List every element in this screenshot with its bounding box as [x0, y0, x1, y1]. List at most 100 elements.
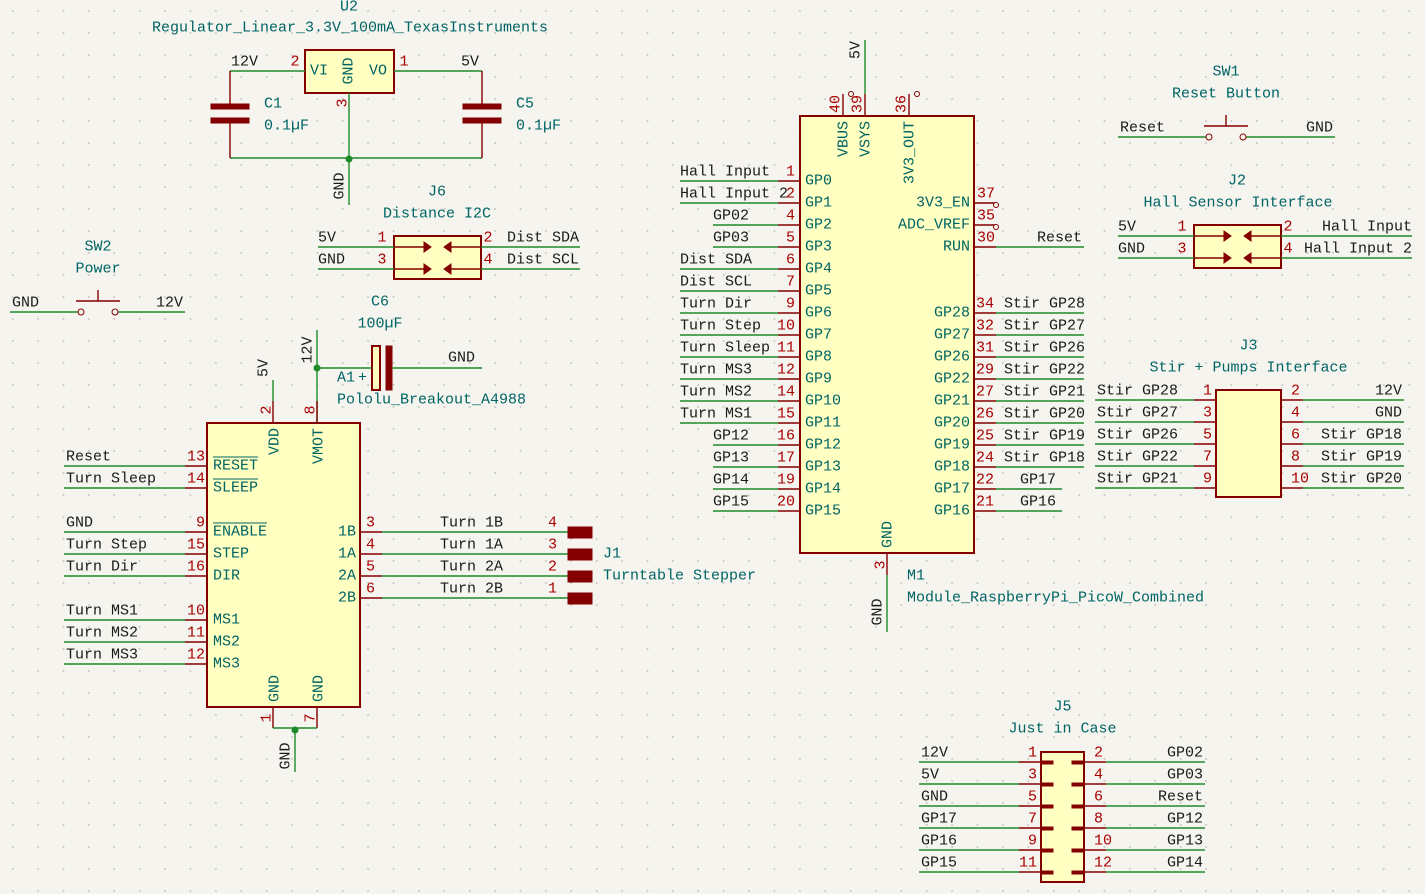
net-label: GP02	[1167, 745, 1203, 762]
pin-number: 25	[976, 428, 994, 445]
component-value: 100µF	[357, 316, 402, 333]
pin-number: 9	[196, 515, 205, 532]
pin-number: 1	[1028, 745, 1037, 762]
pin-number: 34	[976, 296, 994, 313]
pin-name: MS1	[213, 612, 240, 629]
pin-stub	[1071, 804, 1085, 809]
cap-plate-negative	[385, 345, 393, 391]
net-label: Turn 2B	[440, 581, 503, 598]
switch-sw1[interactable]: SW1 Reset Button Reset GND	[1118, 64, 1335, 141]
connector-j5[interactable]: J5Just in Case1 212V GP023 45V GP035 6GND Rese…	[919, 699, 1205, 883]
pin-name: RESET	[213, 458, 258, 475]
pin-name: GP28	[934, 305, 970, 322]
pin-number: 22	[976, 472, 994, 489]
cap-plate-positive	[371, 345, 381, 391]
capacitor-c1: C1 0.1µF	[210, 71, 309, 158]
pin-number: 3	[548, 537, 557, 554]
connector-j3[interactable]: J3 Stir + Pumps Interface 1 2 Stir GP28 12V 3 4…	[1095, 338, 1404, 498]
pin-name: VMOT	[311, 428, 328, 464]
component-reference: A1	[337, 370, 355, 387]
pin-name: ENABLE	[213, 524, 267, 541]
component-reference: C5	[516, 96, 534, 113]
connector-j2[interactable]: J2 1 2 5V Hall Input 3 4 GND Hall Input 2 Hall Se…	[1118, 173, 1412, 269]
component-m1[interactable]: M1 Module_RaspberryPi_PicoW_Combined 40 VBU…	[777, 91, 1204, 607]
pin-number: 12	[777, 362, 795, 379]
net-label: GND	[66, 515, 93, 532]
pin-name: GP10	[805, 393, 841, 410]
pin-number: 15	[777, 406, 795, 423]
component-value: Distance I2C	[383, 206, 491, 223]
component-reference: SW2	[84, 239, 111, 256]
net-label: Turn Sleep	[66, 471, 156, 488]
net-label: GND	[448, 350, 475, 367]
pin-number: 5	[1028, 789, 1037, 806]
pin-number: 2	[290, 54, 299, 71]
net-label: Turn MS3	[66, 647, 138, 664]
pin-name: GP7	[805, 327, 832, 344]
pin-number: 20	[777, 494, 795, 511]
net-label: Reset	[1037, 230, 1082, 247]
pin-stub	[1040, 848, 1054, 853]
pin-number: 32	[976, 318, 994, 335]
component-value: 0.1µF	[264, 118, 309, 135]
pin-name: GP1	[805, 195, 832, 212]
j1-pin	[567, 570, 593, 583]
pin-name: GP12	[805, 437, 841, 454]
pin-number: 4	[1283, 241, 1292, 258]
pin-number: 2	[483, 230, 492, 247]
net-label: GND	[1118, 241, 1145, 258]
pin-name: ADC_VREF	[898, 217, 970, 234]
net-label: Turn MS1	[66, 603, 138, 620]
component-value: Turntable Stepper	[603, 568, 756, 585]
pin-name: GP0	[805, 173, 832, 190]
pin-number: 7	[786, 274, 795, 291]
net-label: Turn Step	[66, 537, 147, 554]
net-label: Stir GP28	[1004, 296, 1085, 313]
net-label: GP14	[713, 472, 749, 489]
cap-plate	[210, 117, 250, 124]
pin-name: RUN	[943, 239, 970, 256]
pin-stub	[1040, 782, 1054, 787]
pin-number: 8	[303, 405, 320, 414]
pin-number: 10	[1291, 471, 1309, 488]
component-reference: J5	[1053, 699, 1071, 716]
switch-sw2[interactable]: SW2 Power GND 12V	[10, 239, 185, 316]
net-label: GP14	[1167, 855, 1203, 872]
capacitor-c5: C5 0.1µF	[462, 71, 561, 158]
net-label: Stir GP19	[1321, 449, 1402, 466]
pin-name: GP2	[805, 217, 832, 234]
pin-number: 11	[777, 340, 795, 357]
pin-number: 10	[187, 603, 205, 620]
pin-name: STEP	[213, 546, 249, 563]
net-label: 12V	[921, 745, 948, 762]
pin-number: 5	[1203, 427, 1212, 444]
component-u2[interactable]: U2 Regulator_Linear_3.3V_100mA_TexasInstr…	[152, 0, 548, 108]
net-label: Stir GP21	[1097, 471, 1178, 488]
pin-number: 4	[786, 208, 795, 225]
pin-name: VSYS	[858, 121, 875, 157]
pin-number: 16	[187, 559, 205, 576]
pin-number: 17	[777, 450, 795, 467]
component-reference: U2	[340, 0, 358, 16]
schematic-canvas[interactable]: U2 Regulator_Linear_3.3V_100mA_TexasInstr…	[0, 0, 1425, 894]
pin-name: GP5	[805, 283, 832, 300]
net-label: GND	[1306, 120, 1333, 137]
net-label: Turn MS3	[680, 362, 752, 379]
j6-body	[393, 235, 482, 280]
switch-contact	[77, 308, 85, 316]
net-label: Stir GP26	[1097, 427, 1178, 444]
pin-name: GP11	[805, 415, 841, 432]
j1-pin	[567, 548, 593, 561]
connector-j6[interactable]: J6 1 2 5V Dist SDA 3 4 GND Dist SCL Distance I2C	[318, 184, 580, 280]
pin-number: 39	[850, 95, 867, 113]
pin-number: 6	[786, 252, 795, 269]
pin-number: 7	[303, 713, 320, 722]
polarity-mark: +	[358, 370, 367, 387]
pin-number: 31	[976, 340, 994, 357]
power-label-gnd: GND	[332, 172, 349, 199]
pin-number: 27	[976, 384, 994, 401]
net-label: GP17	[1020, 472, 1056, 489]
net-label: Turn 1A	[440, 537, 503, 554]
pin-number: 10	[777, 318, 795, 335]
net-label: Dist SCL	[507, 252, 579, 269]
